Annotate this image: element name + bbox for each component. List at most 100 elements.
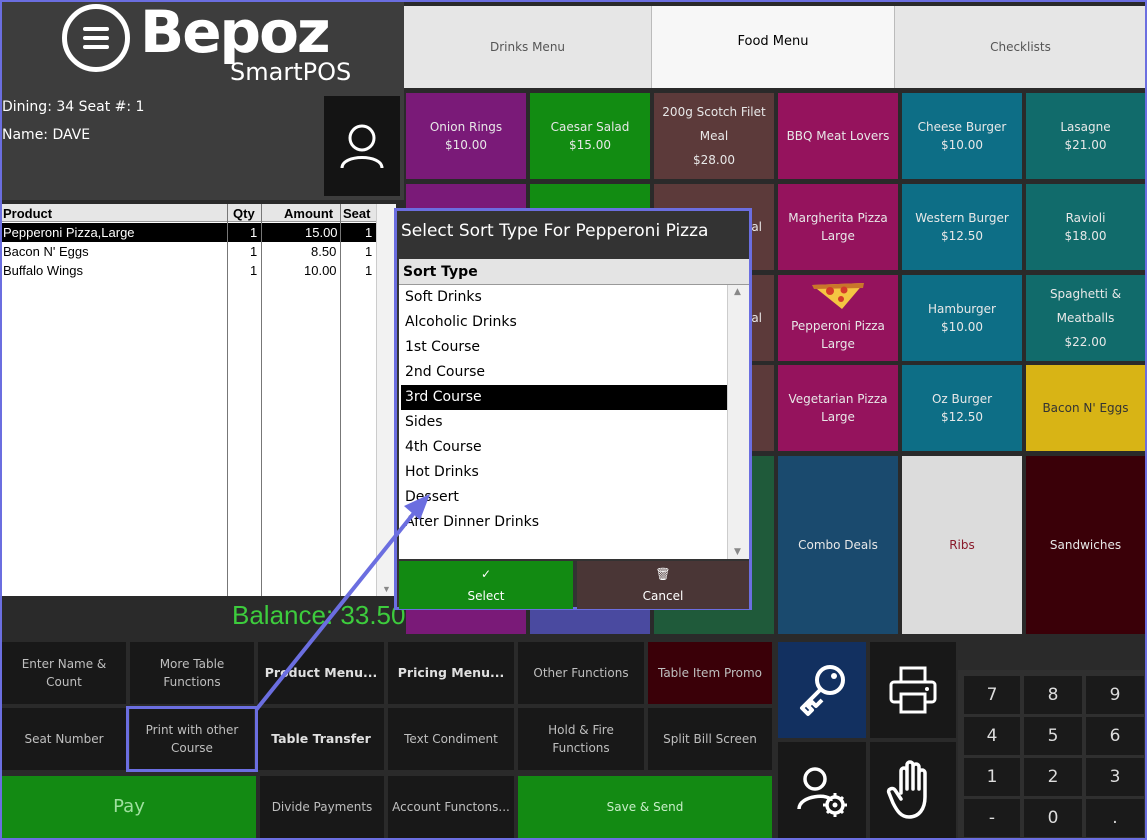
menu-icon[interactable] <box>62 4 130 72</box>
pizza-icon <box>812 283 864 309</box>
pay-button[interactable]: Pay <box>2 776 256 838</box>
scroll-down-icon[interactable]: ▼ <box>734 547 741 557</box>
sort-option[interactable]: Hot Drinks <box>401 460 727 485</box>
menu-item-scotch-filet[interactable]: 200g Scotch Filet Meal $28.00 <box>654 93 774 179</box>
order-row[interactable]: Pepperoni Pizza,Large 1 15.00 1 <box>0 223 376 242</box>
item-size: Large <box>821 229 855 243</box>
item-name: 200g Scotch Filet <box>662 105 766 119</box>
menu-item-pepperoni-pizza[interactable]: Pepperoni Pizza Large <box>778 275 898 361</box>
list-header: Sort Type <box>399 259 749 285</box>
print-button[interactable] <box>870 642 956 738</box>
key-8[interactable]: 8 <box>1024 676 1082 714</box>
menu-item-combo-deals[interactable]: Combo Deals <box>778 456 898 634</box>
menu-item-caesar-salad[interactable]: Caesar Salad $15.00 <box>530 93 650 179</box>
hold-fire-functions-button[interactable]: Hold & Fire Functions <box>518 708 644 770</box>
menu-item-bacon-n-eggs[interactable]: Bacon N' Eggs <box>1026 365 1145 451</box>
user-settings-button[interactable] <box>778 742 866 838</box>
user-gear-icon <box>797 767 847 817</box>
header-panel: Bepoz SmartPOS Dining: 34 Seat #: 1 Name… <box>0 0 404 200</box>
item-name: Sandwiches <box>1049 538 1122 552</box>
item-price: $21.00 <box>1064 138 1107 152</box>
sort-option[interactable]: Soft Drinks <box>401 285 727 310</box>
order-table[interactable]: Product Qty Amount Seat Pepperoni Pizza,… <box>0 204 396 596</box>
key-button[interactable] <box>778 642 866 738</box>
menu-item-lasagne[interactable]: Lasagne $21.00 <box>1026 93 1145 179</box>
menu-item-vegetarian-pizza[interactable]: Vegetarian Pizza Large <box>778 365 898 451</box>
scroll-up-icon[interactable]: ▲ <box>734 287 741 297</box>
menu-item-cheese-burger[interactable]: Cheese Burger $10.00 <box>902 93 1022 179</box>
sort-option[interactable]: After Dinner Drinks <box>401 510 727 535</box>
key-minus[interactable]: - <box>964 799 1020 837</box>
enter-name-count-button[interactable]: Enter Name & Count <box>2 642 126 704</box>
sort-option-selected[interactable]: 3rd Course <box>401 385 727 410</box>
sort-option[interactable]: Dessert <box>401 485 727 510</box>
row-product: Bacon N' Eggs <box>3 244 89 259</box>
item-name: al <box>751 220 762 234</box>
menu-item-ribs[interactable]: Ribs <box>902 456 1022 634</box>
split-bill-screen-button[interactable]: Split Bill Screen <box>648 708 772 770</box>
sort-option[interactable]: 2nd Course <box>401 360 727 385</box>
order-row[interactable]: Bacon N' Eggs 1 8.50 1 <box>0 242 376 261</box>
sort-option[interactable]: 1st Course <box>401 335 727 360</box>
key-2[interactable]: 2 <box>1024 758 1082 796</box>
more-table-functions-button[interactable]: More Table Functions <box>130 642 254 704</box>
customer-name: Name: DAVE <box>2 127 91 143</box>
divide-payments-button[interactable]: Divide Payments <box>260 776 384 838</box>
item-price: $22.00 <box>1064 335 1107 349</box>
key-9[interactable]: 9 <box>1086 676 1144 714</box>
menu-item-ravioli[interactable]: Ravioli $18.00 <box>1026 184 1145 270</box>
key-4[interactable]: 4 <box>964 717 1020 755</box>
seat-number-button[interactable]: Seat Number <box>2 708 126 770</box>
tab-checklists[interactable]: Checklists <box>895 6 1147 88</box>
item-name: Bacon N' Eggs <box>1042 401 1129 415</box>
item-name: Cheese Burger <box>917 120 1007 134</box>
table-transfer-button[interactable]: Table Transfer <box>258 708 384 770</box>
other-functions-button[interactable]: Other Functions <box>518 642 644 704</box>
cancel-button[interactable]: 🗑 Cancel <box>577 561 749 609</box>
column-divider <box>227 204 228 596</box>
key-5[interactable]: 5 <box>1024 717 1082 755</box>
brand-sub: SmartPOS <box>230 58 352 86</box>
table-item-promo-button[interactable]: Table Item Promo <box>648 642 772 704</box>
text-condiment-button[interactable]: Text Condiment <box>388 708 514 770</box>
pricing-menu-button[interactable]: Pricing Menu... <box>388 642 514 704</box>
key-3[interactable]: 3 <box>1086 758 1144 796</box>
menu-item-spaghetti-meatballs[interactable]: Spaghetti & Meatballs $22.00 <box>1026 275 1145 361</box>
order-scrollbar[interactable]: ▼ <box>376 204 396 596</box>
menu-item-oz-burger[interactable]: Oz Burger $12.50 <box>902 365 1022 451</box>
product-menu-button[interactable]: Product Menu... <box>258 642 384 704</box>
sort-type-dialog: Select Sort Type For Pepperoni Pizza Sor… <box>394 208 752 610</box>
select-button[interactable]: ✓ Select <box>399 561 573 609</box>
menu-item-hamburger[interactable]: Hamburger $10.00 <box>902 275 1022 361</box>
customer-button[interactable] <box>324 96 400 196</box>
sort-type-list[interactable]: Sort Type Soft Drinks Alcoholic Drinks 1… <box>399 259 749 559</box>
order-row[interactable]: Buffalo Wings 1 10.00 1 <box>0 261 376 280</box>
list-scrollbar[interactable]: ▲ ▼ <box>727 285 749 559</box>
item-name: Combo Deals <box>798 538 878 552</box>
menu-item-sandwiches[interactable]: Sandwiches <box>1026 456 1145 634</box>
menu-item-western-burger[interactable]: Western Burger $12.50 <box>902 184 1022 270</box>
item-price: $10.00 <box>445 138 487 152</box>
menu-item-onion-rings[interactable]: Onion Rings $10.00 <box>406 93 526 179</box>
key-7[interactable]: 7 <box>964 676 1020 714</box>
key-icon <box>800 665 845 716</box>
key-0[interactable]: 0 <box>1024 799 1082 837</box>
scroll-down-icon[interactable]: ▼ <box>382 584 391 594</box>
row-qty: 1 <box>250 225 258 240</box>
tab-drinks-menu[interactable]: Drinks Menu <box>404 6 652 88</box>
menu-item-margherita-pizza[interactable]: Margherita Pizza Large <box>778 184 898 270</box>
key-dot[interactable]: . <box>1086 799 1144 837</box>
sort-option[interactable]: Sides <box>401 410 727 435</box>
menu-item-bbq-meat-lovers[interactable]: BBQ Meat Lovers <box>778 93 898 179</box>
key-1[interactable]: 1 <box>964 758 1020 796</box>
item-price: $10.00 <box>941 320 983 334</box>
account-functions-button[interactable]: Account Functons... <box>388 776 514 838</box>
hold-button[interactable] <box>870 742 956 838</box>
key-6[interactable]: 6 <box>1086 717 1144 755</box>
item-price: $12.50 <box>941 229 983 243</box>
save-send-button[interactable]: Save & Send <box>518 776 772 838</box>
tab-food-menu[interactable]: Food Menu <box>652 6 895 88</box>
sort-option[interactable]: 4th Course <box>401 435 727 460</box>
item-name: Pepperoni Pizza <box>791 319 885 333</box>
sort-option[interactable]: Alcoholic Drinks <box>401 310 727 335</box>
